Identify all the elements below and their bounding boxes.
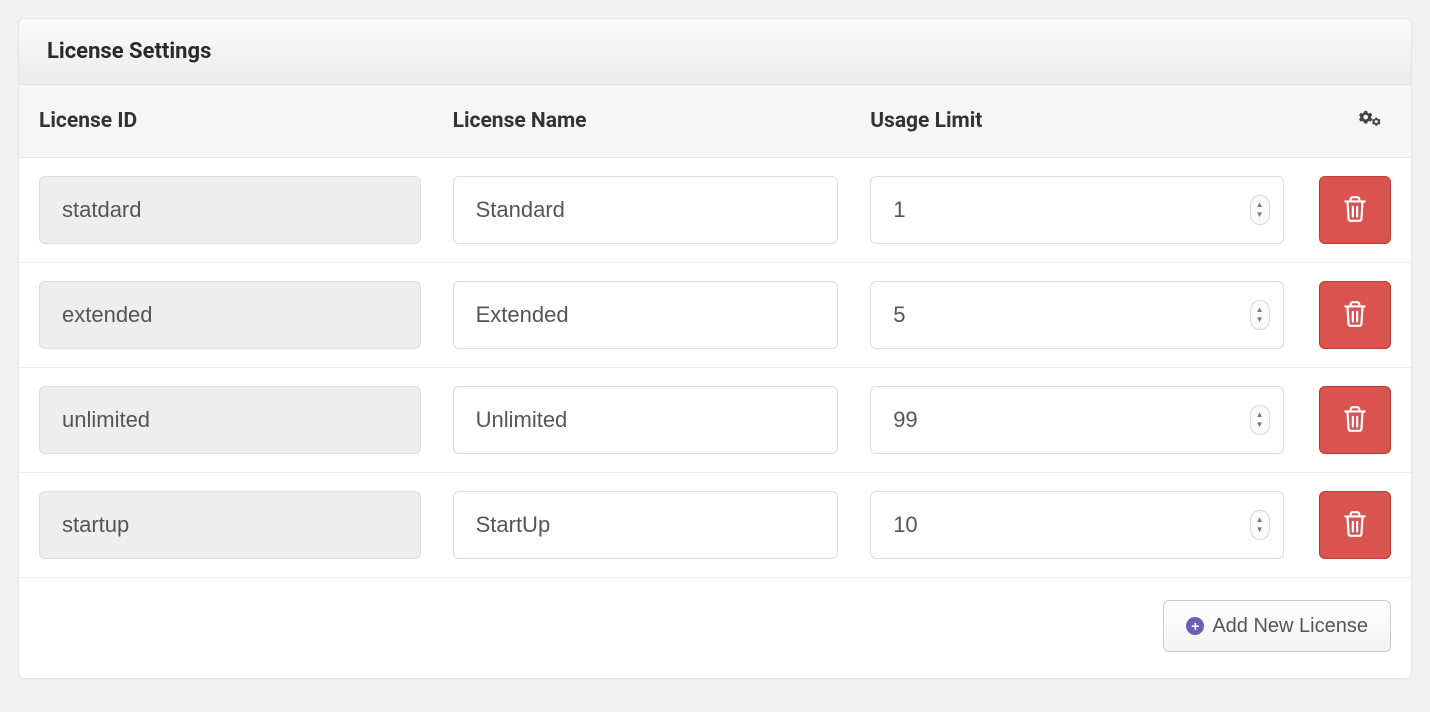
add-new-license-button[interactable]: + Add New License (1163, 600, 1391, 652)
panel-header: License Settings (19, 19, 1411, 85)
panel-title: License Settings (47, 39, 1383, 64)
license-name-field[interactable] (453, 176, 839, 244)
delete-row-button[interactable] (1319, 491, 1391, 559)
trash-icon (1342, 405, 1368, 436)
delete-row-button[interactable] (1319, 176, 1391, 244)
license-id-field[interactable] (39, 176, 421, 244)
column-header-limit: Usage Limit (854, 85, 1299, 158)
license-settings-panel: License Settings License ID License Name… (18, 18, 1412, 679)
column-header-id: License ID (19, 85, 437, 158)
column-header-actions (1300, 85, 1411, 158)
trash-icon (1342, 510, 1368, 541)
table-row: ▲▼ (19, 158, 1411, 263)
trash-icon (1342, 300, 1368, 331)
column-header-name: License Name (437, 85, 855, 158)
license-table: License ID License Name Usage Limit (19, 85, 1411, 578)
usage-limit-field[interactable] (870, 491, 1283, 559)
table-header-row: License ID License Name Usage Limit (19, 85, 1411, 158)
plus-circle-icon: + (1186, 617, 1204, 635)
number-stepper[interactable]: ▲▼ (1250, 510, 1270, 540)
usage-limit-field[interactable] (870, 176, 1283, 244)
usage-limit-field[interactable] (870, 386, 1283, 454)
number-stepper[interactable]: ▲▼ (1250, 195, 1270, 225)
panel-footer: + Add New License (19, 578, 1411, 678)
number-stepper[interactable]: ▲▼ (1250, 300, 1270, 330)
table-row: ▲▼ (19, 263, 1411, 368)
delete-row-button[interactable] (1319, 281, 1391, 349)
table-row: ▲▼ (19, 473, 1411, 578)
add-new-license-label: Add New License (1212, 615, 1368, 638)
number-stepper[interactable]: ▲▼ (1250, 405, 1270, 435)
usage-limit-field[interactable] (870, 281, 1283, 349)
license-id-field[interactable] (39, 386, 421, 454)
license-id-field[interactable] (39, 491, 421, 559)
table-row: ▲▼ (19, 368, 1411, 473)
license-id-field[interactable] (39, 281, 421, 349)
license-name-field[interactable] (453, 386, 839, 454)
delete-row-button[interactable] (1319, 386, 1391, 454)
gears-icon (1357, 107, 1383, 135)
license-name-field[interactable] (453, 281, 839, 349)
license-name-field[interactable] (453, 491, 839, 559)
trash-icon (1342, 195, 1368, 226)
